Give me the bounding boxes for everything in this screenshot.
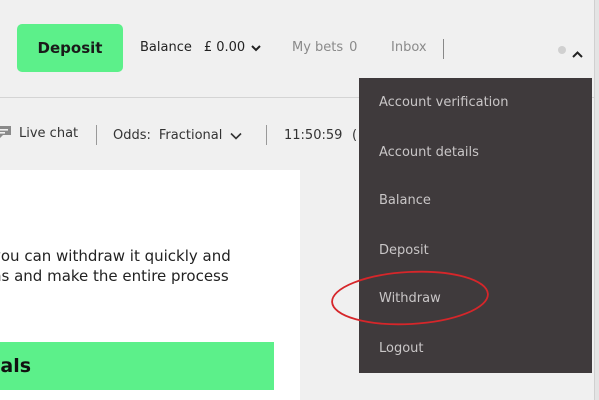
chevron-up-icon bbox=[572, 44, 583, 63]
header-divider bbox=[443, 39, 444, 59]
section-heading: vals bbox=[0, 355, 32, 377]
live-chat-link[interactable]: Live chat bbox=[19, 126, 78, 141]
scrollbar[interactable] bbox=[594, 0, 599, 400]
inbox-link[interactable]: Inbox bbox=[391, 40, 427, 55]
balance-dropdown[interactable]: Balance £ 0.00 bbox=[140, 40, 261, 55]
odds-format-select[interactable]: Odds: Fractional bbox=[113, 128, 242, 143]
my-bets-link[interactable]: My bets 0 bbox=[292, 40, 357, 55]
my-bets-count: 0 bbox=[349, 40, 358, 55]
subbar-divider bbox=[266, 125, 267, 145]
balance-amount: £ 0.00 bbox=[203, 40, 246, 55]
utility-bar: Live chat Odds: Fractional 11:50:59 ( bbox=[0, 116, 380, 156]
odds-value: Fractional bbox=[158, 128, 223, 143]
odds-label: Odds: bbox=[113, 128, 151, 143]
account-avatar-dot bbox=[558, 46, 566, 54]
intro-paragraph: you can withdraw it quickly and ns and m… bbox=[0, 246, 282, 286]
page: Deposit Balance £ 0.00 My bets 0 Inbox L… bbox=[0, 0, 599, 400]
chat-bubble-icon[interactable] bbox=[0, 124, 12, 144]
menu-item-logout[interactable]: Logout bbox=[379, 341, 424, 356]
subbar-divider bbox=[96, 125, 97, 145]
chevron-down-icon bbox=[251, 44, 261, 52]
balance-label: Balance bbox=[140, 40, 192, 55]
menu-item-account-details[interactable]: Account details bbox=[379, 145, 479, 160]
deposit-button[interactable]: Deposit bbox=[17, 24, 123, 72]
deposit-button-label: Deposit bbox=[37, 39, 103, 57]
my-bets-label: My bets bbox=[292, 40, 344, 55]
account-menu-toggle[interactable] bbox=[558, 38, 588, 60]
menu-item-account-verification[interactable]: Account verification bbox=[379, 95, 508, 110]
inbox-label: Inbox bbox=[391, 40, 427, 55]
intro-line-1: you can withdraw it quickly and bbox=[0, 247, 231, 265]
menu-item-deposit[interactable]: Deposit bbox=[379, 243, 429, 258]
section-heading-banner: vals bbox=[0, 342, 274, 390]
intro-line-2: ns and make the entire process bbox=[0, 267, 229, 285]
clock-time: 11:50:59 bbox=[284, 128, 343, 143]
menu-item-withdraw[interactable]: Withdraw bbox=[379, 291, 441, 306]
menu-item-balance[interactable]: Balance bbox=[379, 193, 431, 208]
account-dropdown-menu: Account verification Account details Bal… bbox=[359, 78, 592, 373]
chevron-down-icon bbox=[230, 132, 242, 140]
clock-extra: ( bbox=[352, 128, 358, 143]
